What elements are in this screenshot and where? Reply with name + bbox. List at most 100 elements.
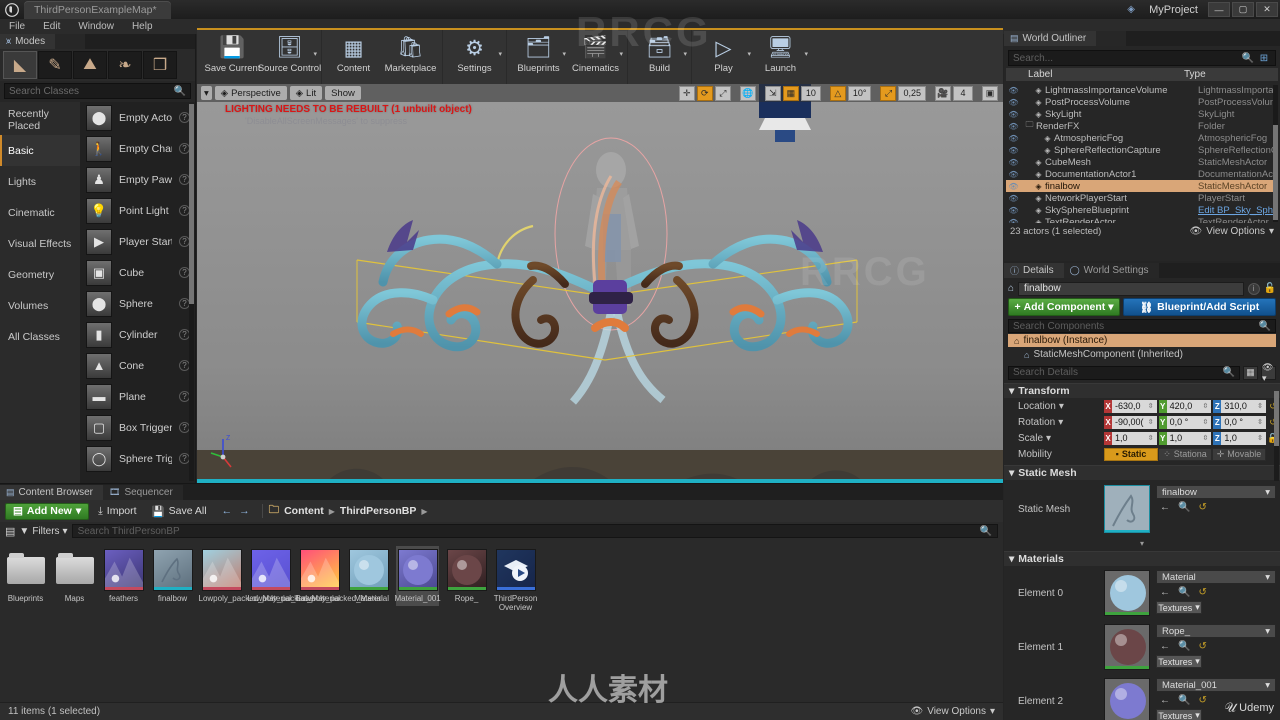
search-components-field[interactable]: 🔍 bbox=[1008, 319, 1276, 333]
visibility-eye-icon[interactable]: 👁 bbox=[1006, 170, 1021, 179]
chevron-down-icon[interactable]: ▾ bbox=[619, 50, 623, 58]
breadcrumb-content[interactable]: Content bbox=[284, 505, 324, 517]
sources-toggle-icon[interactable]: ▤ bbox=[5, 525, 15, 538]
asset-material[interactable]: Material bbox=[347, 546, 390, 606]
location-label-wrap[interactable]: Location ▾ bbox=[1004, 401, 1104, 412]
actor-info-icon[interactable]: i bbox=[1247, 282, 1260, 295]
search-classes-field[interactable]: 🔍 bbox=[4, 83, 191, 99]
rotation-x-field[interactable]: X -90,00(⇳ bbox=[1104, 415, 1157, 429]
use-selected-asset-icon[interactable]: ← bbox=[1160, 587, 1170, 598]
tab-details[interactable]: ⓘ Details bbox=[1004, 263, 1064, 278]
toolbar-marketplace-button[interactable]: 🛍 Marketplace bbox=[382, 30, 439, 82]
content-view-options-button[interactable]: 👁 View Options ▾ bbox=[911, 706, 995, 717]
spinner-icon[interactable]: ⇳ bbox=[1148, 402, 1154, 410]
viewport-viewmode-button[interactable]: ◈ Lit bbox=[289, 86, 323, 100]
toolbar-blueprints-button[interactable]: 🗂 Blueprints ▾ bbox=[510, 30, 567, 82]
placeable-item-point-light[interactable]: 💡 Point Light? bbox=[80, 195, 195, 226]
visibility-eye-icon[interactable]: 👁 bbox=[1006, 86, 1021, 95]
category-lights[interactable]: Lights bbox=[0, 166, 80, 197]
rotation-z-field[interactable]: Z 0,0 ° ⇳ bbox=[1213, 415, 1267, 429]
scale-snap-value[interactable]: 0,25 bbox=[898, 85, 926, 101]
level-viewport[interactable]: ▾ ◈ Perspective ◈ Lit Show ✛ ⟳ ⤢ 🌐 ⇲ ▦ 1… bbox=[197, 84, 1003, 483]
grid-snap-value[interactable]: 10 bbox=[800, 85, 821, 101]
browse-to-asset-icon[interactable]: 🔍 bbox=[1178, 502, 1190, 513]
static-mesh-expand-icon[interactable]: ▾ bbox=[1004, 538, 1280, 548]
use-selected-asset-icon[interactable]: ← bbox=[1160, 502, 1170, 513]
details-scrollbar[interactable] bbox=[1274, 391, 1279, 481]
outliner-scrollbar[interactable] bbox=[1273, 85, 1278, 222]
toolbar-play-button[interactable]: ▷ Play ▾ bbox=[695, 30, 752, 82]
lock-details-icon[interactable]: 🔓 bbox=[1264, 283, 1276, 294]
category-cinematic[interactable]: Cinematic bbox=[0, 197, 80, 228]
details-view-options-button[interactable]: 👁▾ bbox=[1261, 362, 1276, 383]
close-button[interactable]: ✕ bbox=[1256, 2, 1278, 17]
scale-mode-button[interactable]: ⤢ bbox=[714, 85, 731, 101]
material-thumbnail[interactable] bbox=[1104, 678, 1150, 720]
rotation-y-field[interactable]: Y 0,0 ° ⇳ bbox=[1158, 415, 1212, 429]
visibility-eye-icon[interactable]: 👁 bbox=[1006, 110, 1021, 119]
camera-speed-value[interactable]: 4 bbox=[953, 85, 973, 101]
placeable-item-player-start[interactable]: ▶ Player Start? bbox=[80, 226, 195, 257]
outliner-row-finalbow[interactable]: 👁 ◈ finalbow StaticMeshActor bbox=[1006, 180, 1278, 192]
add-component-button[interactable]: + Add Component ▾ bbox=[1008, 298, 1120, 316]
spinner-icon[interactable]: ⇳ bbox=[1257, 418, 1263, 426]
textures-button[interactable]: Textures ▾ bbox=[1156, 709, 1202, 720]
placeable-item-empty-charac[interactable]: 🚶Empty Charac? bbox=[80, 133, 195, 164]
textures-button[interactable]: Textures ▾ bbox=[1156, 655, 1202, 668]
outliner-column-type[interactable]: Type bbox=[1184, 69, 1278, 80]
toolbar-build-button[interactable]: 🗃 Build ▾ bbox=[631, 30, 688, 82]
material-thumbnail[interactable] bbox=[1104, 624, 1150, 670]
outliner-row-type[interactable]: Edit BP_Sky_Sphe bbox=[1198, 205, 1278, 216]
tab-content-browser[interactable]: ▤ Content Browser bbox=[0, 484, 103, 500]
asset-material-001[interactable]: Material_001 bbox=[395, 546, 441, 606]
translate-mode-button[interactable]: ✛ bbox=[678, 85, 695, 101]
use-selected-asset-icon[interactable]: ← bbox=[1160, 695, 1170, 706]
reset-to-default-icon[interactable]: ↺ bbox=[1198, 502, 1206, 513]
content-search-field[interactable]: 🔍 bbox=[71, 524, 998, 538]
spinner-icon[interactable]: ⇳ bbox=[1148, 434, 1154, 442]
visibility-eye-icon[interactable]: 👁 bbox=[1006, 158, 1021, 167]
spinner-icon[interactable]: ⇳ bbox=[1202, 402, 1208, 410]
surface-snapping-button[interactable]: ⇲ bbox=[764, 85, 781, 101]
maximize-viewport-button[interactable]: ▣ bbox=[982, 85, 998, 101]
category-visual-effects[interactable]: Visual Effects bbox=[0, 228, 80, 259]
placeable-item-empty-actor[interactable]: ⬤ Empty Actor? bbox=[80, 102, 195, 133]
rotate-mode-button[interactable]: ⟳ bbox=[696, 85, 713, 101]
asset-lowpoly-packed-material-base[interactable]: Lowpoly_packed_Material_Base bbox=[199, 546, 314, 606]
asset-blueprints[interactable]: Blueprints bbox=[4, 546, 47, 606]
reset-to-default-icon[interactable]: ↺ bbox=[1198, 587, 1206, 598]
placeable-item-sphere[interactable]: ⬤ Sphere? bbox=[80, 288, 195, 319]
category-basic[interactable]: Basic bbox=[0, 135, 80, 166]
category-volumes[interactable]: Volumes bbox=[0, 290, 80, 321]
asset-lowpoly-packed-material[interactable]: Lowpoly_packed_Material bbox=[248, 546, 340, 606]
textures-button[interactable]: Textures ▾ bbox=[1156, 601, 1202, 614]
menu-window[interactable]: Window bbox=[69, 19, 123, 34]
asset-feathers[interactable]: feathers bbox=[102, 546, 145, 606]
visibility-eye-icon[interactable]: 👁 bbox=[1006, 122, 1021, 131]
placeable-item-plane[interactable]: ▬ Plane? bbox=[80, 381, 195, 412]
menu-edit[interactable]: Edit bbox=[34, 19, 69, 34]
grid-snap-toggle[interactable]: ▦ bbox=[782, 85, 799, 101]
chevron-down-icon[interactable]: ▾ bbox=[498, 50, 502, 58]
asset-grid[interactable]: Blueprints Maps feathers finalbow Lowpoly_pa… bbox=[0, 540, 1003, 702]
scale-x-field[interactable]: X 1,0 ⇳ bbox=[1104, 431, 1157, 445]
section-header-materials[interactable]: ▾ Materials bbox=[1004, 551, 1280, 566]
spinner-icon[interactable]: ⇳ bbox=[1148, 418, 1154, 426]
reset-to-default-icon[interactable]: ↺ bbox=[1198, 641, 1206, 652]
outliner-row-documentationactor1[interactable]: 👁 ◈ DocumentationActor1 DocumentationAct bbox=[1006, 168, 1278, 180]
filters-button[interactable]: ▼ Filters ▾ bbox=[19, 526, 67, 537]
asset-rope-[interactable]: Rope_ bbox=[445, 546, 488, 606]
category-recently-placed[interactable]: Recently Placed bbox=[0, 104, 80, 135]
outliner-row-networkplayerstart[interactable]: 👁 ◈ NetworkPlayerStart PlayerStart bbox=[1006, 192, 1278, 204]
visibility-eye-icon[interactable]: 👁 bbox=[1006, 98, 1021, 107]
scale-z-field[interactable]: Z 1,0 ⇳ bbox=[1213, 431, 1267, 445]
component-row-instance[interactable]: ⌂ finalbow (Instance) bbox=[1008, 334, 1276, 347]
outliner-search-field[interactable]: 🔍 ⊞ bbox=[1008, 50, 1276, 66]
back-button[interactable]: ← bbox=[222, 505, 233, 517]
mobility-static-button[interactable]: ▪ Static bbox=[1104, 447, 1158, 461]
geometry-editing-mode-button[interactable]: ❒ bbox=[143, 51, 177, 79]
content-search-input[interactable] bbox=[77, 525, 980, 537]
search-details-field[interactable]: 🔍 bbox=[1008, 365, 1240, 380]
outliner-column-label[interactable]: Label bbox=[1006, 69, 1184, 80]
asset-thirdperson-overview[interactable]: ThirdPerson Overview bbox=[494, 546, 537, 615]
